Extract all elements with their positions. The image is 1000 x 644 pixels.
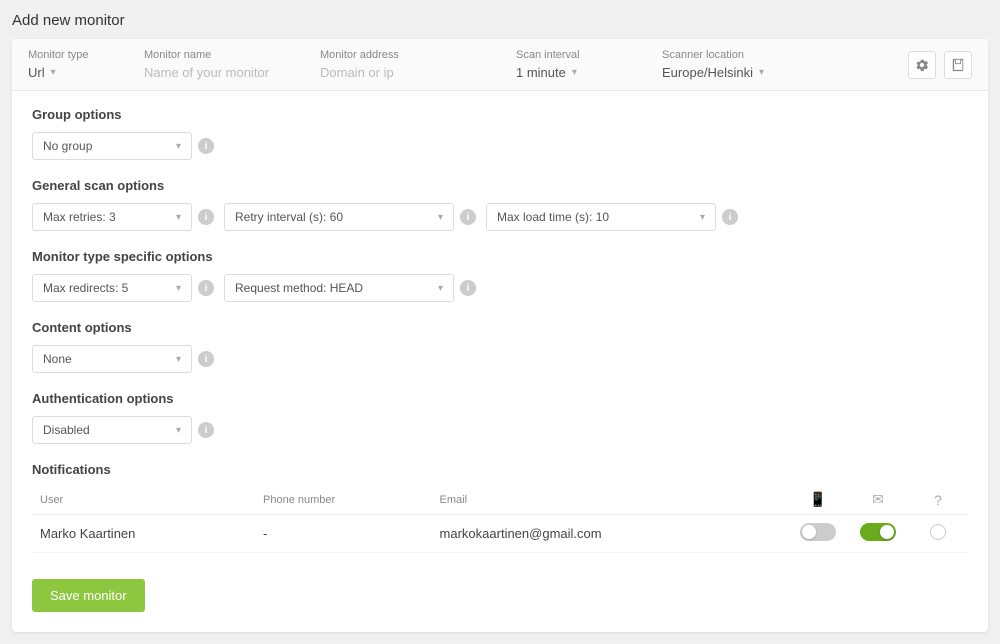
form-content: Group options No group ▾ i General scan … xyxy=(12,91,988,632)
group-options-info-icon[interactable]: i xyxy=(198,138,214,154)
notifications-table: User Phone number Email 📱 ✉ ? xyxy=(32,487,968,553)
group-options-chevron-icon: ▾ xyxy=(176,141,181,152)
content-options-field-group: None ▾ i xyxy=(32,345,214,373)
content-options-section: Content options None ▾ i xyxy=(32,320,968,373)
scan-interval-value[interactable]: 1 minute ▾ xyxy=(516,65,646,80)
scan-interval-col: Scan interval 1 minute ▾ xyxy=(516,49,646,80)
max-redirects-group: Max redirects: 5 ▾ i xyxy=(32,274,214,302)
general-scan-section: General scan options Max retries: 3 ▾ i … xyxy=(32,178,968,231)
max-retries-info-icon[interactable]: i xyxy=(198,209,214,225)
max-load-time-dropdown[interactable]: Max load time (s): 10 ▾ xyxy=(486,203,716,231)
retry-interval-dropdown[interactable]: Retry interval (s): 60 ▾ xyxy=(224,203,454,231)
scanner-location-col: Scanner location Europe/Helsinki ▾ xyxy=(662,49,892,80)
auth-options-info-icon[interactable]: i xyxy=(198,422,214,438)
notifications-header-row: User Phone number Email 📱 ✉ ? xyxy=(32,487,968,515)
email-toggle-cell xyxy=(848,515,908,553)
group-options-dropdown[interactable]: No group ▾ xyxy=(32,132,192,160)
monitor-name-label: Monitor name xyxy=(144,49,304,61)
general-scan-title: General scan options xyxy=(32,178,968,193)
monitor-address-col: Monitor address Domain or ip xyxy=(320,49,500,80)
scan-interval-label: Scan interval xyxy=(516,49,646,61)
auth-options-dropdown[interactable]: Disabled ▾ xyxy=(32,416,192,444)
monitor-name-col: Monitor name Name of your monitor xyxy=(144,49,304,80)
page-title: Add new monitor xyxy=(12,12,988,29)
max-redirects-dropdown[interactable]: Max redirects: 5 ▾ xyxy=(32,274,192,302)
email-icon: ✉ xyxy=(872,491,884,507)
request-method-dropdown[interactable]: Request method: HEAD ▾ xyxy=(224,274,454,302)
scanner-location-label: Scanner location xyxy=(662,49,892,61)
monitor-type-value[interactable]: Url ▾ xyxy=(28,65,128,80)
table-row: Marko Kaartinen - markokaartinen@gmail.c… xyxy=(32,515,968,553)
col-phone-header: Phone number xyxy=(255,487,432,515)
request-method-info-icon[interactable]: i xyxy=(460,280,476,296)
general-scan-row: Max retries: 3 ▾ i Retry interval (s): 6… xyxy=(32,203,968,231)
group-options-row: No group ▾ i xyxy=(32,132,968,160)
max-load-time-chevron-icon: ▾ xyxy=(700,212,705,223)
settings-icon-btn[interactable] xyxy=(908,51,936,79)
content-options-dropdown[interactable]: None ▾ xyxy=(32,345,192,373)
group-options-title: Group options xyxy=(32,107,968,122)
email-cell: markokaartinen@gmail.com xyxy=(432,515,788,553)
monitor-type-specific-section: Monitor type specific options Max redire… xyxy=(32,249,968,302)
col-email-header: Email xyxy=(432,487,788,515)
top-bar: Monitor type Url ▾ Monitor name Name of … xyxy=(12,39,988,91)
max-load-time-info-icon[interactable]: i xyxy=(722,209,738,225)
save-template-icon-btn[interactable] xyxy=(944,51,972,79)
question-radio[interactable] xyxy=(930,524,946,540)
col-question-icon-header: ? xyxy=(908,487,968,515)
max-redirects-info-icon[interactable]: i xyxy=(198,280,214,296)
content-options-title: Content options xyxy=(32,320,968,335)
auth-options-field-group: Disabled ▾ i xyxy=(32,416,214,444)
auth-options-title: Authentication options xyxy=(32,391,968,406)
monitor-address-input[interactable]: Domain or ip xyxy=(320,65,500,80)
scan-interval-chevron-icon: ▾ xyxy=(572,67,577,78)
group-options-section: Group options No group ▾ i xyxy=(32,107,968,160)
request-method-chevron-icon: ▾ xyxy=(438,283,443,294)
phone-toggle-cell xyxy=(788,515,848,553)
content-options-info-icon[interactable]: i xyxy=(198,351,214,367)
monitor-type-chevron-icon: ▾ xyxy=(51,67,56,78)
email-toggle[interactable] xyxy=(860,523,896,541)
phone-number-cell: - xyxy=(255,515,432,553)
monitor-name-input[interactable]: Name of your monitor xyxy=(144,65,304,80)
col-user-header: User xyxy=(32,487,255,515)
scanner-location-chevron-icon: ▾ xyxy=(759,67,764,78)
retry-interval-info-icon[interactable]: i xyxy=(460,209,476,225)
scanner-location-value[interactable]: Europe/Helsinki ▾ xyxy=(662,65,892,80)
save-monitor-button[interactable]: Save monitor xyxy=(32,579,145,612)
group-options-field-group: No group ▾ i xyxy=(32,132,214,160)
monitor-type-label: Monitor type xyxy=(28,49,128,61)
auth-options-chevron-icon: ▾ xyxy=(176,425,181,436)
content-options-chevron-icon: ▾ xyxy=(176,354,181,365)
request-method-group: Request method: HEAD ▾ i xyxy=(224,274,476,302)
max-redirects-chevron-icon: ▾ xyxy=(176,283,181,294)
col-phone-icon-header: 📱 xyxy=(788,487,848,515)
monitor-address-label: Monitor address xyxy=(320,49,500,61)
monitor-type-specific-row: Max redirects: 5 ▾ i Request method: HEA… xyxy=(32,274,968,302)
auth-options-section: Authentication options Disabled ▾ i xyxy=(32,391,968,444)
retry-interval-chevron-icon: ▾ xyxy=(438,212,443,223)
col-email-icon-header: ✉ xyxy=(848,487,908,515)
max-retries-group: Max retries: 3 ▾ i xyxy=(32,203,214,231)
monitor-type-specific-title: Monitor type specific options xyxy=(32,249,968,264)
monitor-type-col: Monitor type Url ▾ xyxy=(28,49,128,80)
auth-options-row: Disabled ▾ i xyxy=(32,416,968,444)
phone-icon: 📱 xyxy=(809,491,826,507)
content-options-row: None ▾ i xyxy=(32,345,968,373)
max-retries-chevron-icon: ▾ xyxy=(176,212,181,223)
main-card: Monitor type Url ▾ Monitor name Name of … xyxy=(12,39,988,632)
user-name-cell: Marko Kaartinen xyxy=(32,515,255,553)
top-bar-actions xyxy=(908,51,972,79)
question-icon: ? xyxy=(934,492,942,508)
max-load-time-group: Max load time (s): 10 ▾ i xyxy=(486,203,738,231)
max-retries-dropdown[interactable]: Max retries: 3 ▾ xyxy=(32,203,192,231)
notifications-section: Notifications User Phone number Email 📱 … xyxy=(32,462,968,553)
phone-toggle[interactable] xyxy=(800,523,836,541)
question-toggle-cell xyxy=(908,515,968,553)
retry-interval-group: Retry interval (s): 60 ▾ i xyxy=(224,203,476,231)
notifications-title: Notifications xyxy=(32,462,968,477)
